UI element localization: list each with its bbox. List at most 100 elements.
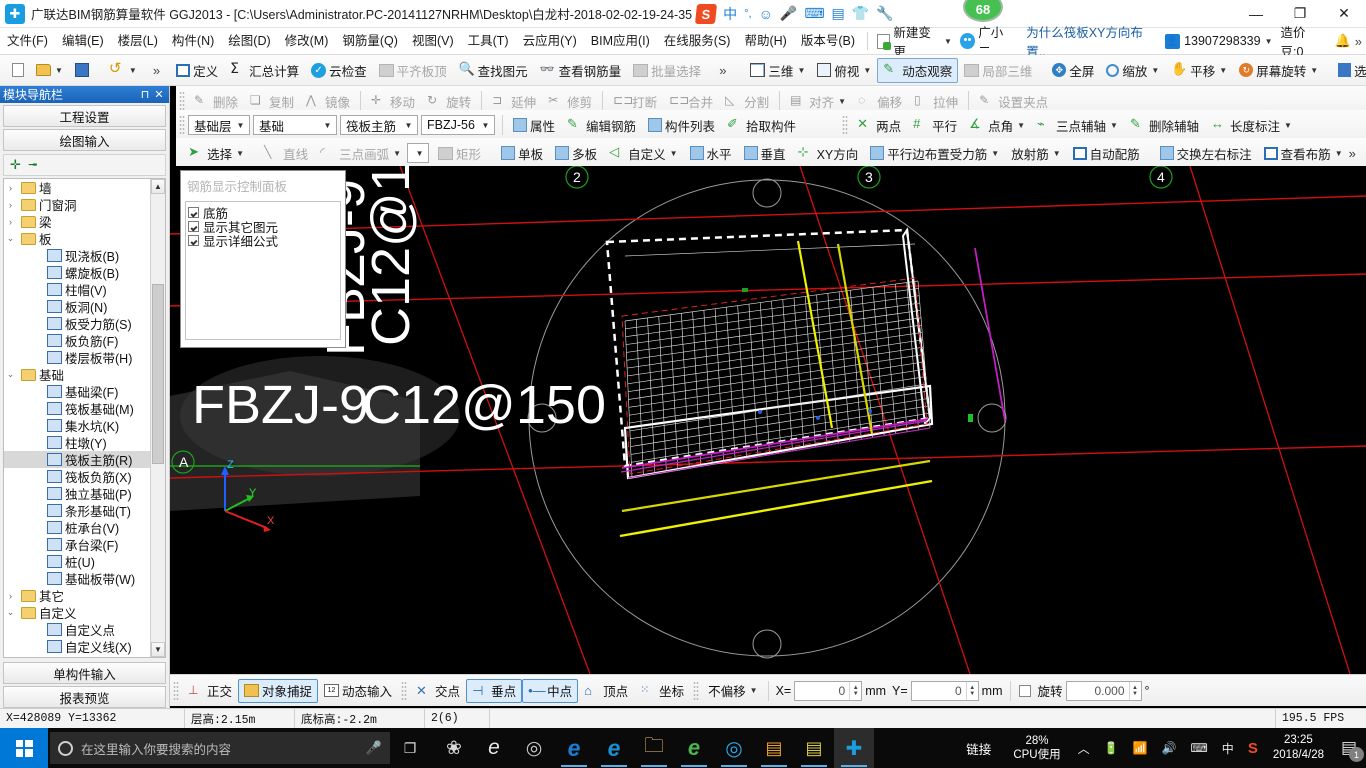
object-snap-toggle[interactable]: 对象捕捉 xyxy=(238,678,319,703)
two-point-axis-button[interactable]: ✕ 两点 xyxy=(851,113,907,138)
tree-item-7[interactable]: 板洞(N) xyxy=(4,298,150,315)
tree-item-5[interactable]: 螺旋板(B) xyxy=(4,264,150,281)
add-icon[interactable]: ✛ xyxy=(10,157,21,173)
menu-floor[interactable]: 楼层(L) xyxy=(111,28,165,55)
taskbar-app-explorer[interactable]: 🗀 xyxy=(634,728,674,768)
checkbox-icon[interactable] xyxy=(188,220,199,232)
view-rebar-qty-button[interactable]: 👓 查看钢筋量 xyxy=(534,58,628,83)
tree-item-3[interactable]: ⌄ 板 xyxy=(4,230,150,247)
tree-item-25[interactable]: ⌄ 自定义 xyxy=(4,604,150,621)
tree-expander-icon[interactable]: ⌄ xyxy=(4,607,17,618)
user-chevron-down-icon[interactable]: ▼ xyxy=(1265,37,1273,46)
task-view-button[interactable]: ❐ xyxy=(390,728,430,768)
taskbar-app-360-green[interactable]: e xyxy=(674,728,714,768)
align-chevron-down-icon[interactable]: ▼ xyxy=(838,97,846,106)
horizontal-button[interactable]: 水平 xyxy=(684,141,738,166)
rotate-input[interactable]: 0.000 ▲ ▼ xyxy=(1065,680,1142,701)
tree-item-21[interactable]: 承台梁(F) xyxy=(4,536,150,553)
menu-draw[interactable]: 绘图(D) xyxy=(221,28,277,55)
coordinate-snap-toggle[interactable]: ⁙ 坐标 xyxy=(634,679,690,703)
edit-rebar-button[interactable]: ✎ 编辑钢筋 xyxy=(561,113,642,138)
tree-item-12[interactable]: 基础梁(F) xyxy=(4,383,150,400)
tree-item-8[interactable]: 板受力筋(S) xyxy=(4,315,150,332)
tree-item-4[interactable]: 现浇板(B) xyxy=(4,247,150,264)
swap-dimension-button[interactable]: 交换左右标注 xyxy=(1154,141,1258,166)
wifi-icon[interactable]: 📶 xyxy=(1126,728,1155,768)
component-select-chevron-down-icon[interactable]: ▼ xyxy=(479,121,492,130)
view-rebar-layout-button[interactable]: 查看布筋 ▼ xyxy=(1258,141,1349,166)
link-label[interactable]: 链接 xyxy=(954,739,1003,758)
ime-settings-icon[interactable]: 🔧 xyxy=(876,5,893,22)
partial-3d-button[interactable]: 局部三维 xyxy=(958,58,1038,83)
dynamic-input-toggle[interactable]: 12 动态输入 xyxy=(318,679,398,703)
component-tree[interactable]: › 墙 › 门窗洞 › 梁 ⌄ 板现浇板(B) 螺旋板(B) 柱帽(V) 板洞(N) 板受力筋(S) 板… xyxy=(3,178,166,658)
component-select[interactable]: FBZJ-56 ▼ xyxy=(421,115,495,135)
select-floor-button[interactable]: 选择楼层 xyxy=(1332,58,1366,83)
microphone-icon[interactable]: 🎤 xyxy=(366,740,382,756)
category-select-chevron-down-icon[interactable]: ▼ xyxy=(321,121,334,130)
scroll-down-icon[interactable]: ▼ xyxy=(151,642,165,657)
screen-rotate-button[interactable]: ↻ 屏幕旋转 ▼ xyxy=(1233,58,1324,83)
taskbar-search-input[interactable]: 在这里输入你要搜索的内容 🎤 xyxy=(50,732,390,764)
three-point-axis-chevron-down-icon[interactable]: ▼ xyxy=(1110,121,1118,130)
tree-expander-icon[interactable]: › xyxy=(4,200,17,210)
project-settings-button[interactable]: 工程设置 xyxy=(3,105,166,127)
tree-item-26[interactable]: 自定义点 xyxy=(4,621,150,638)
vertex-snap-toggle[interactable]: ⌂ 顶点 xyxy=(578,679,634,703)
drawing-canvas[interactable]: Z Y X FBZJ-9 C12@150 FBZJ-9 C12@150 2 3 … xyxy=(170,166,1366,674)
ime-emoji-icon[interactable]: ☺ xyxy=(759,6,773,22)
draw-param-chevron-down-icon[interactable]: ▼ xyxy=(413,149,426,158)
tree-item-27[interactable]: 自定义线(X) xyxy=(4,638,150,655)
chevron-down-icon[interactable]: ▼ xyxy=(944,37,952,46)
pan-chevron-down-icon[interactable]: ▼ xyxy=(1219,66,1227,75)
component-list-button[interactable]: 构件列表 xyxy=(642,113,721,138)
arc-chevron-down-icon[interactable]: ▼ xyxy=(393,149,401,158)
taskbar-app-edge-legacy[interactable]: e xyxy=(474,728,514,768)
menu-edit[interactable]: 编辑(E) xyxy=(55,28,111,55)
menu-rebar-qty[interactable]: 钢筋量(Q) xyxy=(335,28,405,55)
scrollbar-thumb[interactable] xyxy=(152,284,164,464)
tree-item-11[interactable]: ⌄ 基础 xyxy=(4,366,150,383)
tree-item-1[interactable]: › 门窗洞 xyxy=(4,196,150,213)
ime-chinese-icon[interactable]: 中 xyxy=(723,4,737,24)
three-point-axis-button[interactable]: ⌁ 三点辅轴 ▼ xyxy=(1031,113,1124,138)
new-document-button[interactable] xyxy=(6,58,30,83)
category-select[interactable]: 基础 ▼ xyxy=(253,115,337,135)
menu-component[interactable]: 构件(N) xyxy=(165,28,221,55)
tree-item-14[interactable]: 集水坑(K) xyxy=(4,417,150,434)
tree-expander-icon[interactable]: › xyxy=(4,591,17,601)
find-element-button[interactable]: 🔍 查找图元 xyxy=(453,58,534,83)
y-offset-input[interactable]: 0 ▲ ▼ xyxy=(910,680,979,701)
view-3d-button[interactable]: 三维 ▼ xyxy=(744,58,811,83)
summary-calc-button[interactable]: Σ 汇总计算 xyxy=(224,58,305,83)
chevron-up-icon[interactable]: ︿ xyxy=(1071,728,1097,768)
remove-icon[interactable]: ╼ xyxy=(29,157,37,173)
menu-file[interactable]: 文件(F) xyxy=(0,28,55,55)
y-offset-stepper[interactable]: ▲ ▼ xyxy=(965,681,978,700)
tree-item-6[interactable]: 柱帽(V) xyxy=(4,281,150,298)
menu-tools[interactable]: 工具(T) xyxy=(461,28,516,55)
single-component-input-button[interactable]: 单构件输入 xyxy=(3,662,166,684)
orthogonal-toggle[interactable]: ⊥ 正交 xyxy=(182,679,238,703)
taskbar-clock[interactable]: 23:25 2018/4/28 xyxy=(1265,733,1332,763)
x-offset-stepper[interactable]: ▲ ▼ xyxy=(849,681,861,700)
snap-gripper[interactable] xyxy=(401,680,408,701)
menu-view[interactable]: 视图(V) xyxy=(405,28,461,55)
taskbar-app-edge[interactable]: e xyxy=(554,728,594,768)
fullscreen-button[interactable]: ✥ 全屏 xyxy=(1046,58,1100,83)
tree-scrollbar[interactable]: ▲ ▼ xyxy=(150,179,165,657)
taskbar-app-notes[interactable]: ▤ xyxy=(794,728,834,768)
minimize-button[interactable]: — xyxy=(1234,0,1278,28)
save-button[interactable] xyxy=(69,58,95,83)
select-tool-button[interactable]: ➤ 选择 ▼ xyxy=(182,141,250,166)
offset-mode-chevron-down-icon[interactable]: ▼ xyxy=(750,686,758,695)
draw-toolbar-overflow[interactable]: » xyxy=(1349,146,1356,161)
custom-chevron-down-icon[interactable]: ▼ xyxy=(670,149,678,158)
batch-select-button[interactable]: 批量选择 xyxy=(627,58,707,83)
tree-item-19[interactable]: 条形基础(T) xyxy=(4,502,150,519)
pan-button[interactable]: ✋ 平移 ▼ xyxy=(1165,58,1233,83)
taskbar-app-360-blue[interactable]: ◎ xyxy=(714,728,754,768)
multi-slab-button[interactable]: 多板 xyxy=(549,141,603,166)
open-file-button[interactable]: ▼ xyxy=(30,58,69,83)
taskbar-app-ie[interactable]: e xyxy=(594,728,634,768)
